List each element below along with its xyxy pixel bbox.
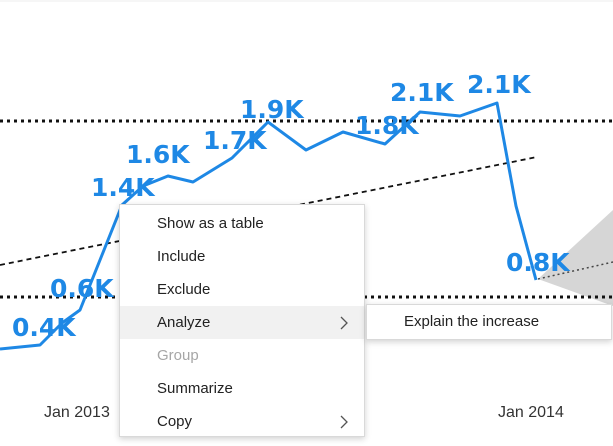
data-label: 1.9K [240, 95, 305, 124]
menu-item-label: Summarize [157, 380, 233, 397]
menu-item-label: Exclude [157, 281, 211, 298]
data-label: 0.4K [12, 313, 77, 342]
menu-item-label: Explain the increase [404, 313, 540, 330]
data-label: 1.4K [91, 173, 156, 202]
chevron-right-icon [340, 316, 348, 330]
data-label: 0.6K [50, 274, 115, 303]
data-label: 2.1K [467, 70, 532, 99]
menu-item-exclude[interactable]: Exclude [120, 273, 364, 306]
data-label: 1.6K [126, 140, 191, 169]
menu-item-label: Include [157, 248, 206, 265]
menu-item-label: Group [157, 347, 199, 364]
menu-item-include[interactable]: Include [120, 240, 364, 273]
menu-item-label: Show as a table [157, 215, 264, 232]
menu-item-group: Group [120, 339, 364, 372]
x-tick-label: Jan 2014 [498, 404, 564, 421]
analyze-submenu: Explain the increase [366, 304, 612, 340]
x-tick-label: Jan 2013 [44, 404, 110, 421]
chevron-right-icon [340, 415, 348, 429]
menu-item-label: Copy [157, 413, 193, 430]
data-label: 0.8K [506, 248, 571, 277]
menu-item-analyze[interactable]: Analyze [120, 306, 364, 339]
context-menu: Show as a table Include Exclude Analyze … [119, 204, 365, 437]
menu-item-summarize[interactable]: Summarize [120, 372, 364, 405]
menu-item-label: Analyze [157, 314, 211, 331]
data-label: 2.1K [390, 78, 455, 107]
menu-item-explain-increase[interactable]: Explain the increase [367, 305, 611, 339]
data-label: 1.7K [203, 126, 268, 155]
menu-item-show-as-table[interactable]: Show as a table [120, 207, 364, 240]
menu-item-copy[interactable]: Copy [120, 405, 364, 438]
data-label: 1.8K [355, 111, 420, 140]
